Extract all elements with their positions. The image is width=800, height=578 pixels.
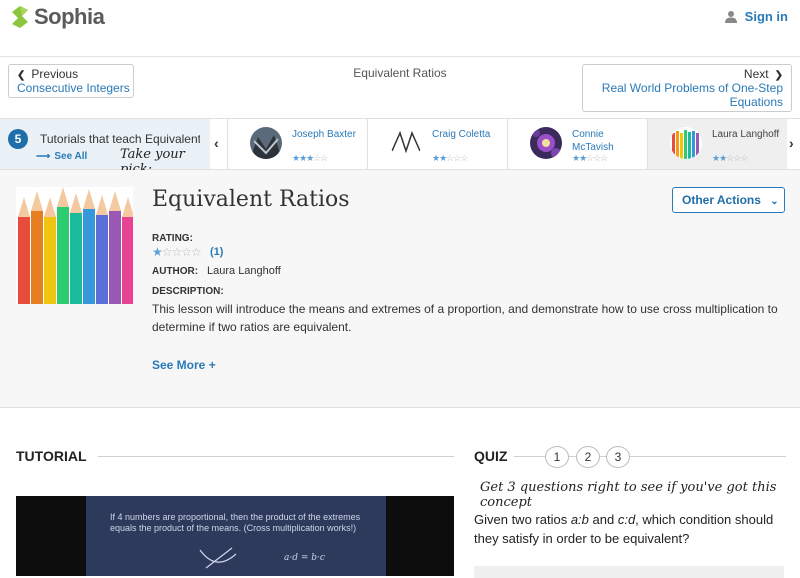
quiz-step-3[interactable]: 3 [606, 446, 630, 468]
tutor-stars: ★★☆☆☆ [572, 153, 608, 163]
previous-lesson-link[interactable]: Consecutive Integers [17, 81, 133, 95]
ratio-b: c:d [617, 512, 636, 527]
rating-stars[interactable]: ★☆☆☆☆ [152, 245, 202, 259]
next-lesson-link[interactable]: Real World Problems of One-Step Equation… [583, 81, 783, 109]
see-more-link[interactable]: See More + [152, 358, 216, 372]
see-all-link[interactable]: ⟶ See All [36, 151, 87, 162]
ratio-a: a:b [570, 512, 589, 527]
tutor-strip: 5 Tutorials that teach Equivalent R ⟶ See… [0, 118, 800, 177]
rating-label: RATING: [152, 233, 193, 244]
tutor-card-connie-mctavish[interactable]: Connie McTavish ★★☆☆☆ [507, 119, 647, 169]
see-all-label: See All [54, 151, 88, 162]
tutor-stars: ★★☆☆☆ [712, 153, 748, 163]
tutorial-heading: TUTORIAL [16, 448, 87, 464]
author-label: AUTHOR: [152, 266, 199, 277]
author-name: Laura Langhoff [207, 265, 281, 277]
chevron-right-icon: ❯ [774, 70, 783, 81]
lesson-title: Equivalent Ratios [152, 187, 350, 212]
quiz-step-1[interactable]: 1 [545, 446, 569, 468]
tutorial-divider [98, 456, 454, 457]
tutorial-video[interactable]: If 4 numbers are proportional, then the … [16, 496, 454, 576]
question-text-pre: Given two ratios [474, 512, 571, 527]
tutor-avatar [670, 127, 702, 159]
tutor-stars: ★★☆☆☆ [432, 153, 468, 163]
next-button[interactable]: Next ❯ Real World Problems of One-Step Eq… [582, 64, 792, 112]
tutor-avatar [250, 127, 282, 159]
tutor-name: Joseph Baxter [292, 129, 356, 140]
sign-in-link[interactable]: Sign in [724, 9, 788, 24]
question-text-mid: and [588, 512, 618, 527]
sophia-logo[interactable]: Sophia [10, 4, 105, 30]
other-actions-label: Other Actions [682, 193, 761, 207]
lesson-description: This lesson will introduce the means and… [152, 302, 778, 334]
video-frame: If 4 numbers are proportional, then the … [86, 496, 386, 576]
tutorials-summary: 5 Tutorials that teach Equivalent R ⟶ See… [0, 119, 210, 177]
site-header: Sophia Sign in [0, 0, 800, 34]
quiz-step-2[interactable]: 2 [576, 446, 600, 468]
chevron-down-icon: ⌄ [770, 196, 779, 207]
user-icon [724, 11, 737, 23]
arrow-right-icon: ⟶ [36, 151, 51, 162]
tutorials-label: Tutorials that teach Equivalent R [40, 132, 200, 146]
description-label: DESCRIPTION: [152, 286, 224, 297]
tutor-card-craig-coletta[interactable]: Craig Coletta ★★☆☆☆ [367, 119, 507, 169]
strip-scroll-right[interactable]: › [789, 135, 794, 151]
lesson-panel: Equivalent Ratios Other Actions ⌄ RATING… [0, 170, 800, 408]
sign-in-label: Sign in [744, 9, 788, 24]
lesson-thumbnail [16, 187, 133, 304]
tutor-avatar [530, 127, 562, 159]
tutor-name: Connie McTavish [572, 129, 614, 153]
tutor-name: Craig Coletta [432, 129, 491, 140]
tutor-name: Laura Langhoff [712, 129, 780, 140]
quiz-question: Given two ratios a:b and c:d, which cond… [474, 510, 794, 548]
next-label: Next [743, 67, 769, 81]
strip-scroll-left[interactable]: ‹ [214, 135, 219, 151]
tutor-card-laura-langhoff[interactable]: Laura Langhoff ★★☆☆☆ [647, 119, 787, 169]
brand-name: Sophia [34, 4, 105, 29]
quiz-heading: QUIZ [474, 448, 508, 464]
tutor-stars: ★★★☆☆ [292, 153, 328, 163]
video-slide-text: If 4 numbers are proportional, then the … [110, 512, 361, 533]
sophia-logo-icon [12, 6, 28, 28]
tutorial-count-badge: 5 [8, 129, 28, 149]
rating-count-link[interactable]: (1) [210, 246, 223, 258]
svg-text:a·d = b·c: a·d = b·c [284, 553, 325, 563]
answer-option[interactable] [474, 566, 784, 578]
video-handwriting: a·d = b·c [199, 547, 325, 569]
quiz-instruction: Get 3 questions right to see if you've g… [480, 480, 777, 510]
tutor-card-joseph-baxter[interactable]: Joseph Baxter ★★★☆☆ [227, 119, 367, 169]
lesson-nav: ❮ Previous Consecutive Integers Equivalen… [0, 56, 800, 114]
tutor-avatar [390, 127, 422, 159]
other-actions-button[interactable]: Other Actions ⌄ [672, 187, 785, 213]
